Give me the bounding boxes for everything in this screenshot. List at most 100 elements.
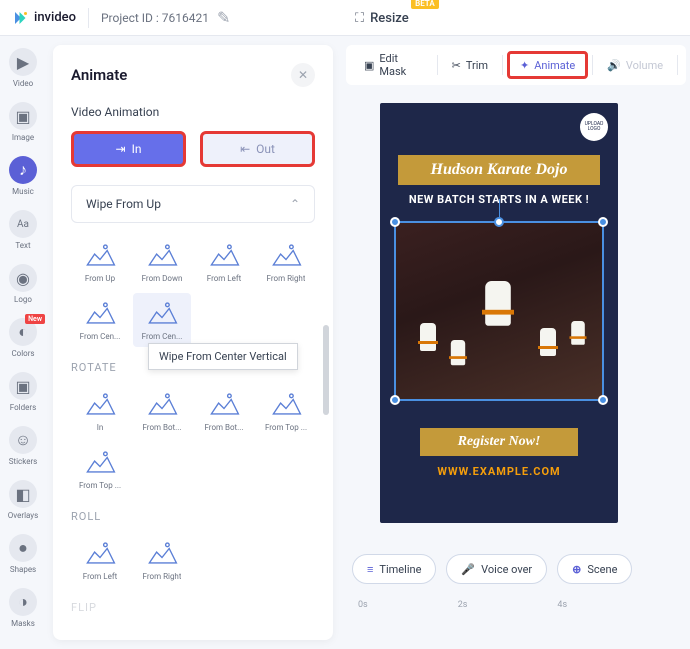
nav-label: Video (13, 79, 33, 88)
ruler-tick: 0s (358, 600, 368, 630)
rotate-from-bot1[interactable]: From Bot... (133, 384, 191, 438)
mountain-icon (144, 241, 180, 269)
anim-label: From Left (207, 274, 241, 283)
title-text: Hudson Karate Dojo (404, 161, 594, 179)
anim-from-center-h[interactable]: From Cen... (71, 293, 129, 347)
trim-button[interactable]: ✂ Trim (442, 51, 498, 79)
register-text: Register Now! (426, 434, 572, 450)
mountain-icon (144, 539, 180, 567)
nav-stickers[interactable]: ☺Stickers (9, 426, 38, 466)
selected-photo[interactable] (394, 221, 604, 401)
sliders-icon: ≡ (367, 563, 373, 576)
mask-icon: ▣ (364, 59, 374, 72)
anim-from-up[interactable]: From Up (71, 235, 129, 289)
logo-nav-icon: ◉ (9, 264, 37, 292)
top-bar: invideo Project ID : 7616421 ✎ ⛶ Resize … (0, 0, 690, 36)
plus-icon: ⊕ (572, 563, 581, 576)
resize-handle-tr[interactable] (598, 217, 608, 227)
rotate-from-top2[interactable]: From Top ... (71, 442, 129, 496)
logo-text: invideo (34, 10, 76, 25)
resize-button[interactable]: ⛶ Resize BETA (355, 0, 409, 36)
mountain-icon (82, 299, 118, 327)
nav-text[interactable]: AaText (9, 210, 37, 250)
scissors-icon: ✂ (452, 59, 461, 72)
nav-image[interactable]: ▣Image (9, 102, 37, 142)
wipe-grid: From Up From Down From Left From Right F… (71, 235, 315, 347)
volume-icon: 🔊 (607, 59, 621, 72)
anim-label: From Down (142, 274, 183, 283)
register-banner[interactable]: Register Now! (420, 428, 578, 456)
beta-badge: BETA (411, 0, 439, 9)
nav-label: Logo (14, 295, 32, 304)
logo[interactable]: invideo (12, 9, 76, 27)
flip-title: FLIP (71, 601, 315, 614)
anim-label: From Right (143, 572, 182, 581)
tool-label: Edit Mask (379, 52, 422, 78)
new-badge: New (25, 314, 45, 324)
rotate-from-bot2[interactable]: From Bot... (195, 384, 253, 438)
rotate-in[interactable]: In (71, 384, 129, 438)
panel-header: Animate ✕ (71, 63, 315, 87)
dropdown-value: Wipe From Up (86, 197, 161, 211)
mountain-icon (82, 390, 118, 418)
shapes-icon: ● (9, 534, 37, 562)
animation-dropdown[interactable]: Wipe From Up ⌃ (71, 185, 315, 223)
voiceover-button[interactable]: 🎤Voice over (446, 554, 547, 584)
panel-title: Animate (71, 66, 127, 84)
scene-button[interactable]: ⊕Scene (557, 554, 632, 584)
editor-toolbar: ▣ Edit Mask ✂ Trim ✦Animate 🔊Volume (346, 45, 686, 85)
animate-panel: Animate ✕ Video Animation ⇥In ⇤Out Wipe … (53, 45, 333, 640)
pencil-icon[interactable]: ✎ (217, 8, 230, 27)
sparkle-icon: ✦ (520, 59, 529, 72)
nav-overlays[interactable]: ◧Overlays (8, 480, 38, 520)
title-banner[interactable]: Hudson Karate Dojo (398, 155, 600, 185)
resize-handle-tl[interactable] (390, 217, 400, 227)
nav-shapes[interactable]: ● Shapes (9, 534, 37, 574)
nav-label: Colors (11, 349, 34, 358)
upload-logo-placeholder[interactable]: UPLOAD LOGO (580, 113, 608, 141)
anim-label: From Cen... (80, 332, 121, 341)
in-out-row: ⇥In ⇤Out (71, 131, 315, 167)
anim-label: From Bot... (142, 423, 181, 432)
rotate-handle[interactable] (494, 217, 504, 227)
website-text[interactable]: WWW.EXAMPLE.COM (380, 465, 618, 478)
separator (677, 55, 678, 75)
nav-music[interactable]: ♪Music (9, 156, 37, 196)
masks-icon: ◑ (9, 588, 37, 616)
anim-from-down[interactable]: From Down (133, 235, 191, 289)
mountain-icon (82, 539, 118, 567)
nav-video[interactable]: ▶Video (9, 48, 37, 88)
nav-logo[interactable]: ◉ Logo (9, 264, 37, 304)
anim-from-left[interactable]: From Left (195, 235, 253, 289)
roll-title: ROLL (71, 510, 315, 523)
anim-from-right[interactable]: From Right (257, 235, 315, 289)
resize-handle-br[interactable] (598, 395, 608, 405)
roll-from-right[interactable]: From Right (133, 533, 191, 587)
timeline-button[interactable]: ≡Timeline (352, 554, 436, 584)
rotate-from-top1[interactable]: From Top ... (257, 384, 315, 438)
animate-button[interactable]: ✦Animate (507, 51, 588, 79)
out-button[interactable]: ⇤Out (200, 131, 315, 167)
roll-grid: From Left From Right (71, 533, 315, 587)
volume-button[interactable]: 🔊Volume (597, 51, 673, 79)
in-button[interactable]: ⇥In (71, 131, 186, 167)
resize-handle-bl[interactable] (390, 395, 400, 405)
nav-masks[interactable]: ◑Masks (9, 588, 37, 628)
tool-label: Trim (466, 59, 488, 72)
timeline-ruler[interactable]: 0s 2s 4s (352, 600, 680, 630)
nav-label: Overlays (8, 511, 38, 520)
nav-label: Shapes (10, 565, 36, 574)
edit-mask-button[interactable]: ▣ Edit Mask (354, 51, 433, 79)
scrollbar[interactable] (323, 325, 329, 415)
nav-folders[interactable]: ▣Folders (9, 372, 37, 412)
mountain-icon (268, 390, 304, 418)
nav-colors[interactable]: ◐NewColors (9, 318, 37, 358)
anim-from-center-v[interactable]: From Cen... (133, 293, 191, 347)
tooltip: Wipe From Center Vertical (148, 343, 298, 370)
image-icon: ▣ (9, 102, 37, 130)
close-button[interactable]: ✕ (291, 63, 315, 87)
mountain-icon (206, 241, 242, 269)
canvas[interactable]: UPLOAD LOGO Hudson Karate Dojo NEW BATCH… (380, 103, 618, 523)
ruler-tick: 4s (557, 600, 567, 630)
roll-from-left[interactable]: From Left (71, 533, 129, 587)
